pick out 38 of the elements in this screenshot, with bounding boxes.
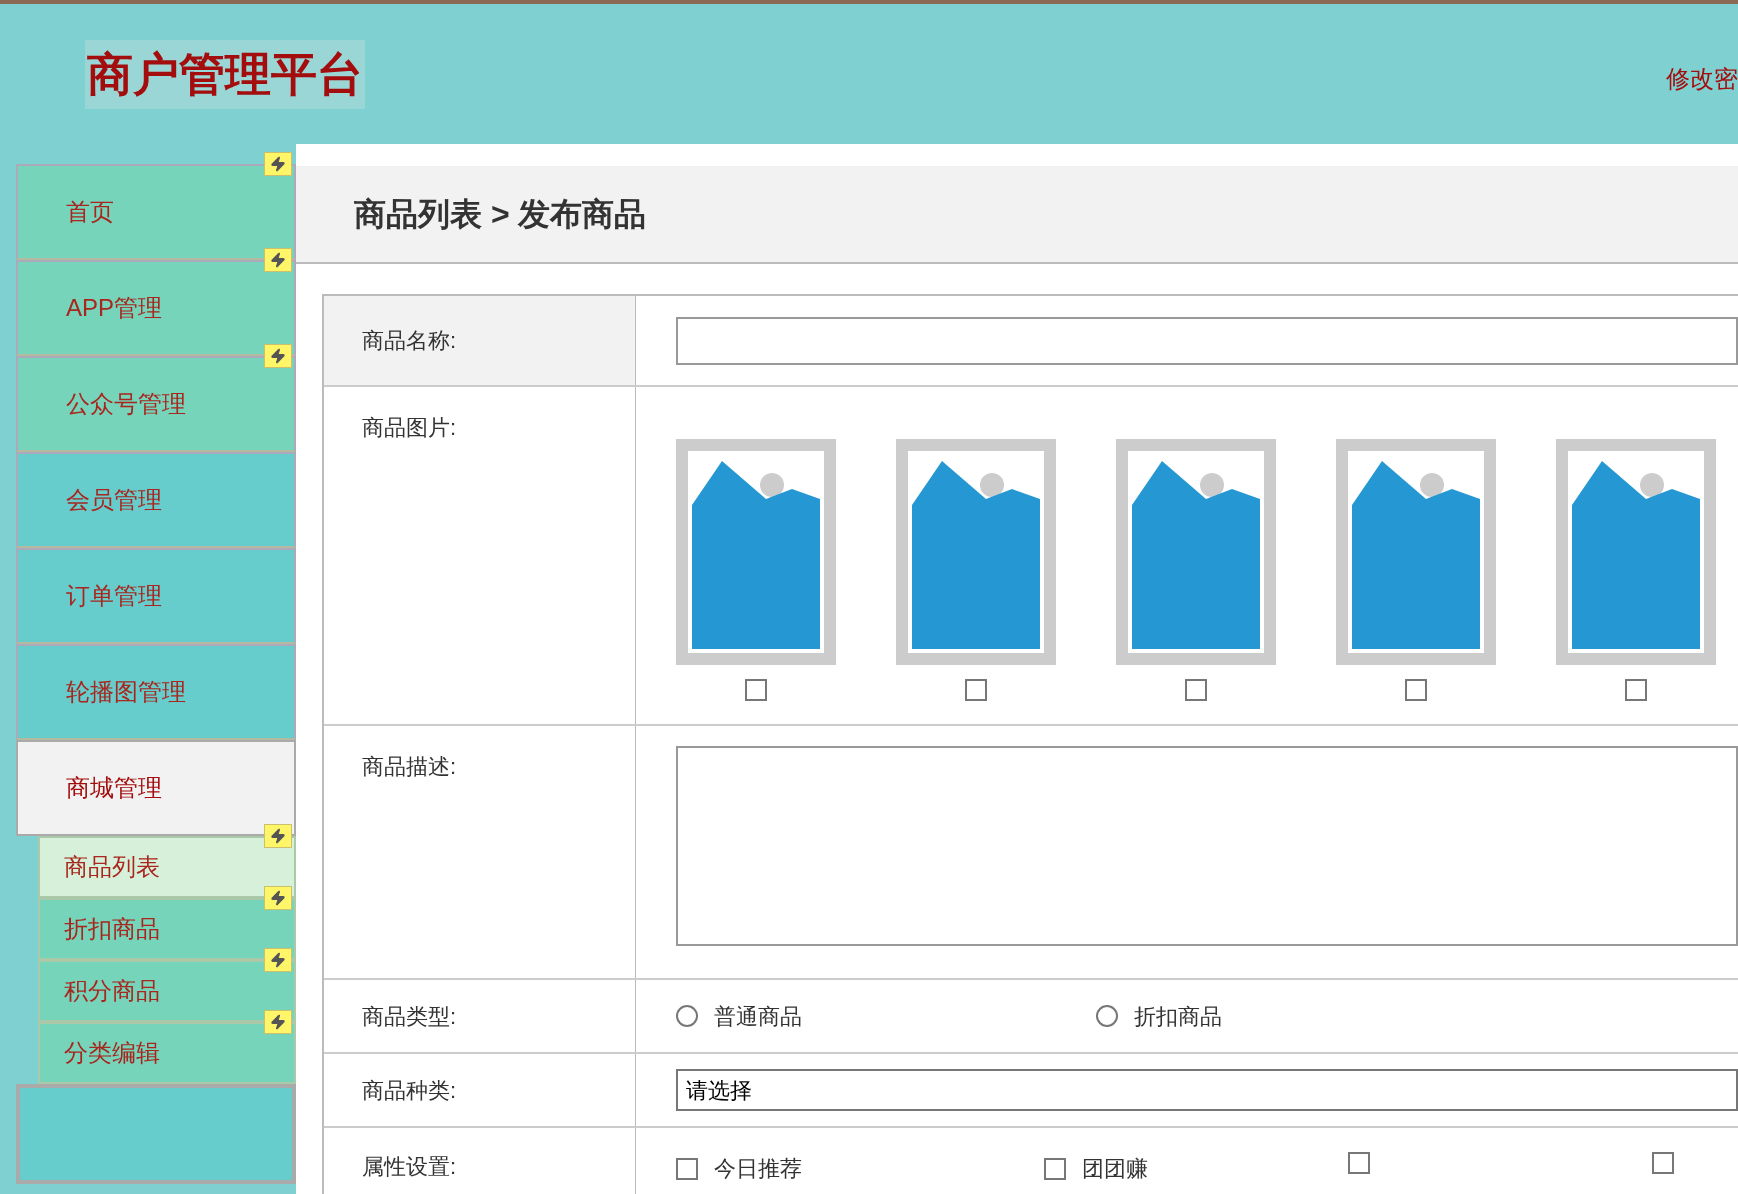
app-title: 商户管理平台 [85,39,365,109]
checkbox[interactable] [676,1157,698,1180]
option-label: 今日推荐 [714,1155,802,1183]
sidebar-item[interactable]: 公众号管理 [16,356,296,452]
sidebar-item[interactable]: 会员管理 [16,452,296,548]
sidebar-item[interactable]: 轮播图管理 [16,644,296,740]
submenu-item[interactable]: 分类编辑 [38,1022,296,1084]
select-field[interactable]: 请选择 [676,1069,1738,1111]
submenu-item[interactable]: 商品列表 [38,836,296,898]
field-label: 商品图片: [362,415,457,440]
option-label: 折扣商品 [1134,1002,1222,1031]
sidebar-item[interactable]: 首页 [16,164,296,260]
checkbox[interactable] [1405,679,1427,701]
sidebar-item[interactable]: 订单管理 [16,548,296,644]
checkbox[interactable] [1348,1152,1370,1174]
submenu-item[interactable]: 积分商品 [38,960,296,1022]
radio-button[interactable] [1096,1005,1118,1027]
field-label: 属性设置: [362,1154,457,1179]
checkbox[interactable] [965,679,987,701]
radio-button[interactable] [676,1005,698,1027]
field-label: 商品名称: [362,327,457,355]
checkbox[interactable] [1044,1157,1066,1180]
option-label: 普通商品 [714,1002,802,1031]
checkbox[interactable] [1185,679,1207,701]
field-label: 商品类型: [362,1002,457,1031]
checkbox[interactable] [1652,1152,1674,1174]
sidebar-item[interactable]: 商城管理 [16,740,296,836]
checkbox[interactable] [745,679,767,701]
option-label: 团团赚 [1082,1155,1148,1183]
name-field[interactable] [676,316,1738,365]
sidebar-item[interactable]: APP管理 [16,260,296,356]
description-field[interactable] [676,746,1738,946]
submenu-item[interactable]: 折扣商品 [38,898,296,960]
change-password-link[interactable]: 修改密 [1666,61,1738,97]
checkbox[interactable] [1625,679,1647,701]
field-label: 商品种类: [362,1076,457,1105]
field-label: 商品描述: [362,754,457,779]
breadcrumb: 商品列表 > 发布商品 [354,195,647,234]
